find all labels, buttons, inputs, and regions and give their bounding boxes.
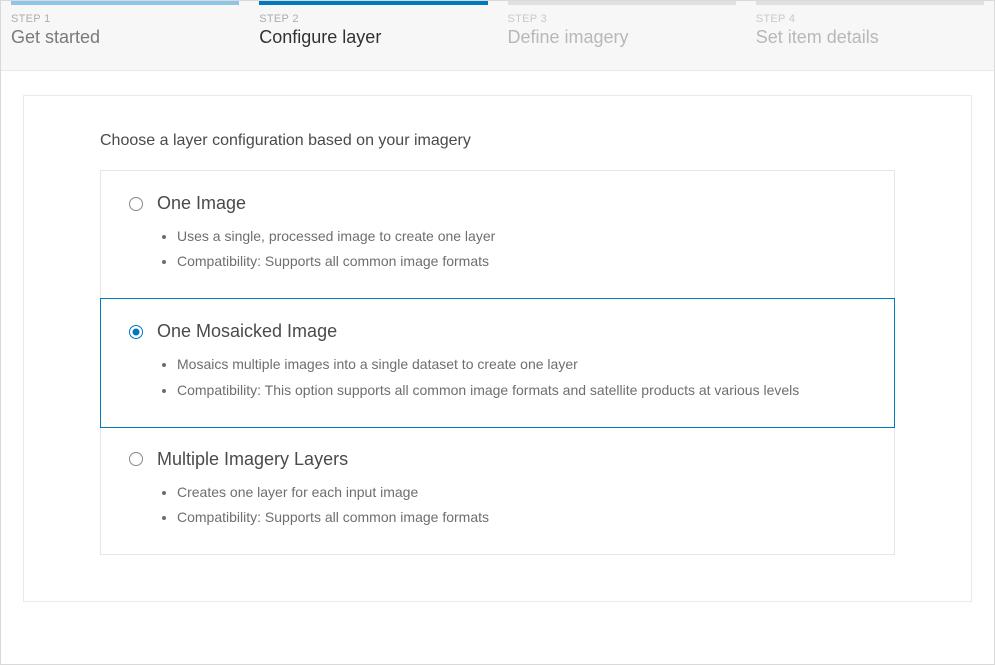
- option-header: Multiple Imagery Layers: [129, 449, 866, 470]
- option-bullet: Uses a single, processed image to create…: [177, 224, 866, 249]
- step-configure-layer[interactable]: STEP 2 Configure layer: [249, 1, 497, 70]
- step-eyebrow: STEP 3: [508, 13, 736, 25]
- step-title: Define imagery: [508, 27, 736, 48]
- option-bullet: Compatibility: This option supports all …: [177, 378, 866, 403]
- step-progress-bar: [259, 1, 487, 5]
- radio-icon[interactable]: [129, 325, 143, 339]
- option-title: One Image: [157, 193, 246, 214]
- step-get-started[interactable]: STEP 1 Get started: [1, 1, 249, 70]
- option-one-mosaicked-image[interactable]: One Mosaicked Image Mosaics multiple ima…: [100, 298, 895, 427]
- configure-layer-card: Choose a layer configuration based on yo…: [23, 95, 972, 602]
- step-set-item-details[interactable]: STEP 4 Set item details: [746, 1, 994, 70]
- radio-icon[interactable]: [129, 452, 143, 466]
- option-details: Mosaics multiple images into a single da…: [129, 352, 866, 402]
- option-bullet: Creates one layer for each input image: [177, 480, 866, 505]
- step-progress-bar: [11, 1, 239, 5]
- option-multiple-imagery-layers[interactable]: Multiple Imagery Layers Creates one laye…: [101, 427, 894, 554]
- wizard-frame: STEP 1 Get started STEP 2 Configure laye…: [0, 0, 995, 665]
- step-progress-bar: [508, 1, 736, 5]
- step-define-imagery[interactable]: STEP 3 Define imagery: [498, 1, 746, 70]
- option-details: Uses a single, processed image to create…: [129, 224, 866, 274]
- option-one-image[interactable]: One Image Uses a single, processed image…: [101, 171, 894, 299]
- option-bullet: Compatibility: Supports all common image…: [177, 505, 866, 530]
- option-header: One Mosaicked Image: [129, 321, 866, 342]
- step-eyebrow: STEP 4: [756, 13, 984, 25]
- radio-icon[interactable]: [129, 197, 143, 211]
- step-title: Set item details: [756, 27, 984, 48]
- option-details: Creates one layer for each input image C…: [129, 480, 866, 530]
- step-title: Configure layer: [259, 27, 487, 48]
- layer-config-options: One Image Uses a single, processed image…: [100, 170, 895, 555]
- option-header: One Image: [129, 193, 866, 214]
- option-title: One Mosaicked Image: [157, 321, 337, 342]
- option-bullet: Mosaics multiple images into a single da…: [177, 352, 866, 377]
- content-wrap: Choose a layer configuration based on yo…: [1, 71, 994, 626]
- instruction-text: Choose a layer configuration based on yo…: [100, 132, 895, 150]
- step-eyebrow: STEP 1: [11, 13, 239, 25]
- option-title: Multiple Imagery Layers: [157, 449, 348, 470]
- step-eyebrow: STEP 2: [259, 13, 487, 25]
- stepper: STEP 1 Get started STEP 2 Configure laye…: [1, 1, 994, 71]
- step-title: Get started: [11, 27, 239, 48]
- step-progress-bar: [756, 1, 984, 5]
- option-bullet: Compatibility: Supports all common image…: [177, 249, 866, 274]
